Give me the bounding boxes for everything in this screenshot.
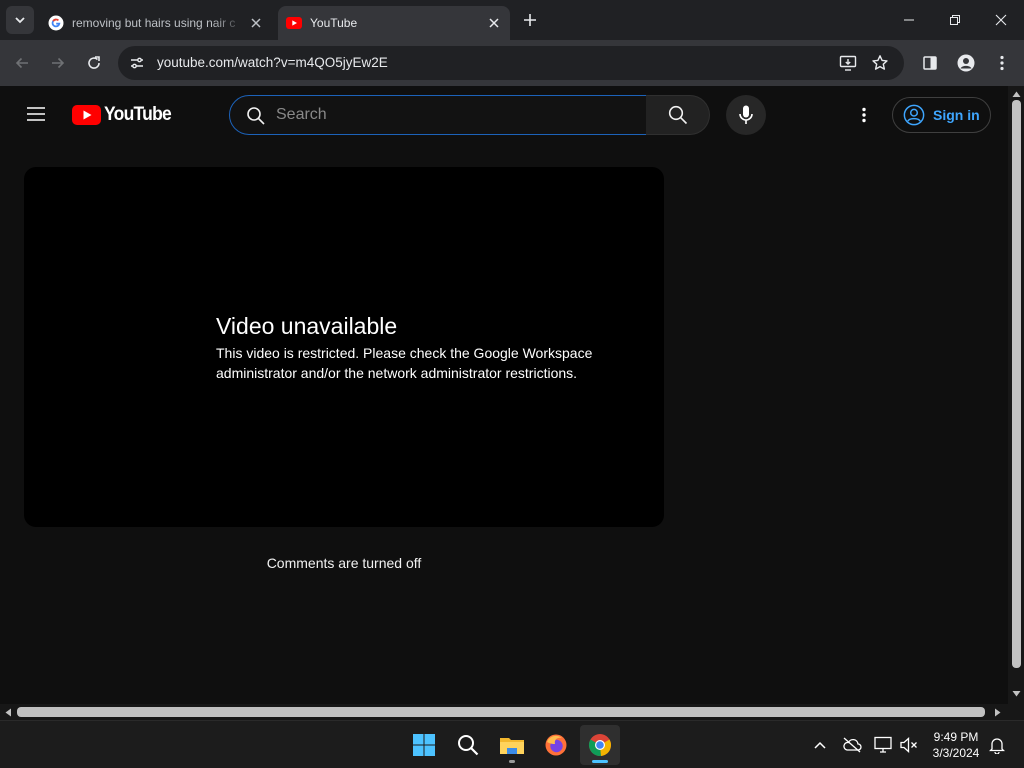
tab-strip: removing but hairs using nair c YouTube: [0, 0, 1024, 40]
side-panel-icon: [923, 56, 937, 70]
firefox-icon: [545, 734, 567, 756]
arrow-right-icon: [52, 57, 65, 69]
arrow-left-icon: [15, 57, 28, 69]
scroll-left-arrow-icon[interactable]: [4, 708, 12, 717]
notifications-button[interactable]: [986, 734, 1008, 756]
voice-search-button[interactable]: [726, 95, 766, 135]
more-vertical-icon: [1000, 55, 1004, 71]
account-circle-icon: [903, 104, 925, 126]
clock-date: 3/3/2024: [932, 746, 980, 760]
settings-menu-button[interactable]: [852, 99, 876, 131]
forward-button[interactable]: [42, 47, 74, 79]
minimize-icon: [904, 19, 914, 21]
search-icon: [247, 107, 265, 125]
file-explorer-icon: [500, 738, 524, 754]
scrollbar-corner: [1008, 704, 1024, 720]
restore-button[interactable]: [932, 0, 978, 40]
microphone-icon: [739, 105, 753, 124]
search-box[interactable]: [229, 95, 647, 135]
close-window-button[interactable]: [978, 0, 1024, 40]
site-info-button[interactable]: [124, 50, 150, 76]
clock-time: 9:49 PM: [933, 730, 979, 744]
new-tab-button[interactable]: [518, 8, 542, 32]
search-icon: [668, 105, 687, 125]
taskbar-search-button[interactable]: [448, 725, 488, 765]
close-icon: [995, 14, 1007, 26]
plus-icon: [524, 14, 536, 26]
browser-toolbar: youtube.com/watch?v=m4QO5jyEw2E: [0, 40, 1024, 86]
vertical-scrollbar[interactable]: [1008, 86, 1024, 704]
tab-search-button[interactable]: [6, 6, 34, 34]
reload-icon: [88, 56, 100, 69]
search-icon: [458, 735, 479, 756]
address-bar[interactable]: youtube.com/watch?v=m4QO5jyEw2E: [118, 46, 904, 80]
horizontal-scroll-thumb[interactable]: [17, 707, 985, 717]
more-vertical-icon: [862, 107, 866, 123]
side-panel-button[interactable]: [914, 47, 946, 79]
youtube-logo[interactable]: YouTube: [72, 104, 177, 126]
scroll-right-arrow-icon[interactable]: [994, 708, 1002, 717]
minimize-button[interactable]: [886, 0, 932, 40]
search-button[interactable]: [646, 95, 710, 135]
youtube-wordmark: YouTube: [104, 104, 172, 125]
close-tab-icon[interactable]: [246, 13, 266, 33]
windows-start-icon: [413, 734, 435, 756]
volume-muted-icon[interactable]: [898, 734, 920, 756]
file-explorer-button[interactable]: [492, 725, 532, 765]
scroll-down-arrow-icon[interactable]: [1012, 690, 1021, 698]
bell-icon: [989, 738, 1005, 754]
chevron-up-icon: [814, 741, 826, 749]
windows-taskbar: 9:49 PM 3/3/2024: [0, 720, 1024, 768]
active-indicator: [592, 760, 608, 763]
account-icon: [957, 54, 975, 72]
tab-google-search[interactable]: removing but hairs using nair c: [40, 6, 272, 40]
vertical-scroll-thumb[interactable]: [1012, 100, 1021, 668]
guide-menu-button[interactable]: [20, 98, 52, 130]
tab-youtube[interactable]: YouTube: [278, 6, 510, 40]
google-g-icon: [48, 15, 64, 31]
close-tab-icon[interactable]: [484, 13, 504, 33]
sign-in-button[interactable]: Sign in: [892, 97, 991, 133]
tab-title: YouTube: [310, 16, 358, 30]
youtube-page: YouTube Sign in Video unavailable This v…: [0, 86, 1008, 704]
hamburger-menu-icon: [27, 107, 45, 121]
show-hidden-icons-button[interactable]: [809, 734, 831, 756]
youtube-icon: [286, 15, 302, 31]
url-text: youtube.com/watch?v=m4QO5jyEw2E: [157, 55, 388, 70]
chrome-icon: [589, 734, 612, 757]
error-title: Video unavailable: [216, 313, 398, 339]
sign-in-label: Sign in: [933, 107, 980, 123]
firefox-button[interactable]: [536, 725, 576, 765]
restore-icon: [950, 15, 960, 25]
back-button[interactable]: [6, 47, 38, 79]
error-message: This video is restricted. Please check t…: [216, 345, 593, 381]
tab-title: removing but hairs using nair c: [72, 16, 236, 30]
profile-button[interactable]: [950, 47, 982, 79]
chrome-menu-button[interactable]: [986, 47, 1018, 79]
horizontal-scrollbar[interactable]: [0, 704, 1008, 720]
reload-button[interactable]: [78, 47, 110, 79]
onedrive-offline-icon[interactable]: [841, 734, 863, 756]
chevron-down-icon: [15, 17, 25, 24]
tune-icon: [131, 57, 143, 69]
video-player[interactable]: Video unavailable This video is restrict…: [24, 167, 664, 527]
bookmark-star-icon[interactable]: [868, 51, 892, 75]
comments-status: Comments are turned off: [266, 555, 422, 571]
start-button[interactable]: [404, 725, 444, 765]
search-input[interactable]: [276, 104, 626, 126]
running-indicator: [509, 760, 515, 763]
install-app-icon[interactable]: [836, 51, 860, 75]
scroll-up-arrow-icon[interactable]: [1012, 90, 1021, 98]
chrome-button[interactable]: [580, 725, 620, 765]
system-clock[interactable]: 9:49 PM 3/3/2024: [922, 729, 990, 761]
network-icon[interactable]: [872, 734, 894, 756]
youtube-play-logo-icon: [72, 105, 101, 125]
